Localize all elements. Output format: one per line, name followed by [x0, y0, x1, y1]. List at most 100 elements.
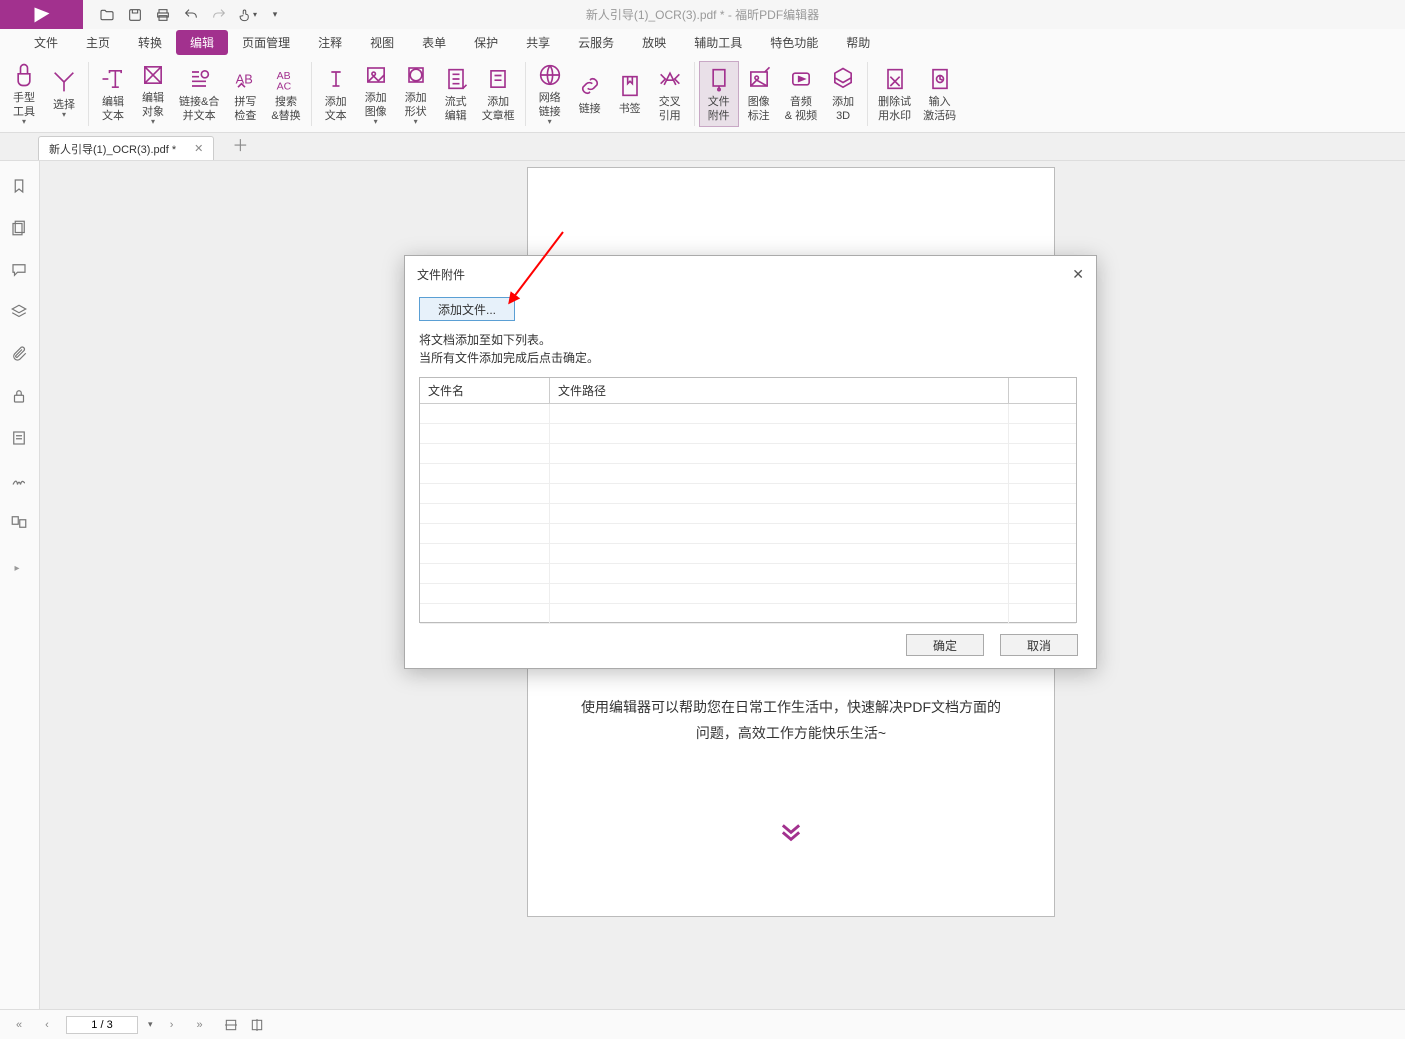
save-icon[interactable] — [125, 5, 145, 25]
fit-width-icon[interactable] — [223, 1017, 239, 1033]
col-header-name[interactable]: 文件名 — [420, 378, 550, 403]
menu-item-6[interactable]: 视图 — [356, 30, 408, 55]
ribbon-label: 网络 链接 — [539, 91, 561, 119]
ribbon-icon — [362, 61, 390, 89]
dialog-close-icon[interactable]: ✕ — [1072, 266, 1084, 283]
ribbon-icon — [402, 61, 430, 89]
table-row[interactable] — [420, 444, 1076, 464]
sidebar-expand-icon[interactable]: ▸ — [15, 563, 25, 574]
page-number-input[interactable] — [66, 1016, 138, 1034]
ribbon-button-5[interactable]: AB拼写 检查 — [225, 61, 265, 127]
first-page-button[interactable]: « — [10, 1016, 28, 1034]
next-page-button[interactable]: › — [163, 1016, 181, 1034]
touch-icon[interactable]: ▾ — [237, 5, 257, 25]
cancel-button[interactable]: 取消 — [1000, 634, 1078, 656]
ribbon-button-20[interactable]: 删除试 用水印 — [872, 61, 917, 127]
menu-item-2[interactable]: 转换 — [124, 30, 176, 55]
tab-close-icon[interactable]: ✕ — [194, 142, 203, 155]
menu-item-0[interactable]: 文件 — [20, 30, 72, 55]
ribbon-button-11[interactable]: 添加 文章框 — [476, 61, 521, 127]
ribbon-button-3[interactable]: 编辑 对象▾ — [133, 57, 173, 130]
ribbon-button-18[interactable]: 音频 & 视频 — [779, 61, 823, 127]
ribbon-button-13[interactable]: 链接 — [570, 68, 610, 120]
document-tabs: 新人引导(1)_OCR(3).pdf * ✕ ＋ — [0, 133, 1405, 161]
fit-page-icon[interactable] — [249, 1017, 265, 1033]
menu-item-5[interactable]: 注释 — [304, 30, 356, 55]
add-file-button[interactable]: 添加文件... — [419, 297, 515, 321]
ribbon-button-19[interactable]: 添加 3D — [823, 61, 863, 127]
add-tab-button[interactable]: ＋ — [232, 132, 248, 156]
ribbon-toolbar: 手型 工具▾选择▾编辑 文本编辑 对象▾链接&合 并文本AB拼写 检查ABAC搜… — [0, 55, 1405, 133]
open-icon[interactable] — [97, 5, 117, 25]
ribbon-label: 链接&合 并文本 — [179, 95, 219, 123]
ribbon-button-1[interactable]: 选择▾ — [44, 64, 84, 123]
ribbon-button-8[interactable]: 添加 图像▾ — [356, 57, 396, 130]
compare-icon[interactable] — [10, 513, 30, 533]
ribbon-button-17[interactable]: 图像 标注 — [739, 61, 779, 127]
redo-icon[interactable] — [209, 5, 229, 25]
ribbon-button-15[interactable]: 交叉 引用 — [650, 61, 690, 127]
col-header-extra[interactable] — [1009, 378, 1076, 403]
pages-icon[interactable] — [10, 219, 30, 239]
menu-item-12[interactable]: 辅助工具 — [680, 30, 756, 55]
table-row[interactable] — [420, 484, 1076, 504]
ribbon-button-10[interactable]: 流式 编辑 — [436, 61, 476, 127]
ok-button[interactable]: 确定 — [906, 634, 984, 656]
menu-item-8[interactable]: 保护 — [460, 30, 512, 55]
menu-item-1[interactable]: 主页 — [72, 30, 124, 55]
table-row[interactable] — [420, 544, 1076, 564]
prev-page-button[interactable]: ‹ — [38, 1016, 56, 1034]
document-tab-label: 新人引导(1)_OCR(3).pdf * — [49, 141, 176, 157]
last-page-button[interactable]: » — [191, 1016, 209, 1034]
bookmark-icon[interactable] — [10, 177, 30, 197]
signature-icon[interactable] — [10, 471, 30, 491]
page-dropdown-icon[interactable]: ▾ — [148, 1019, 153, 1030]
security-icon[interactable] — [10, 387, 30, 407]
quick-access-toolbar: ▾ ▾ — [97, 5, 285, 25]
ribbon-label: 添加 文本 — [325, 95, 347, 123]
qat-customize-icon[interactable]: ▾ — [265, 5, 285, 25]
document-tab[interactable]: 新人引导(1)_OCR(3).pdf * ✕ — [38, 136, 214, 160]
ribbon-button-6[interactable]: ABAC搜索 &替换 — [265, 61, 306, 127]
svg-text:AB: AB — [236, 71, 253, 86]
ribbon-button-4[interactable]: 链接&合 并文本 — [173, 61, 225, 127]
table-row[interactable] — [420, 404, 1076, 424]
table-row[interactable] — [420, 604, 1076, 624]
menu-item-7[interactable]: 表单 — [408, 30, 460, 55]
ribbon-button-0[interactable]: 手型 工具▾ — [4, 57, 44, 130]
menu-item-4[interactable]: 页面管理 — [228, 30, 304, 55]
ribbon-button-16[interactable]: 文件 附件 — [699, 61, 739, 127]
table-row[interactable] — [420, 424, 1076, 444]
form-icon[interactable] — [10, 429, 30, 449]
table-row[interactable] — [420, 564, 1076, 584]
dialog-body: 添加文件... 将文档添加至如下列表。 当所有文件添加完成后点击确定。 文件名 … — [405, 291, 1096, 629]
ribbon-button-12[interactable]: 网络 链接▾ — [530, 57, 570, 130]
ribbon-icon — [484, 65, 512, 93]
ribbon-button-14[interactable]: 书签 — [610, 68, 650, 120]
undo-icon[interactable] — [181, 5, 201, 25]
menu-item-13[interactable]: 特色功能 — [756, 30, 832, 55]
table-row[interactable] — [420, 464, 1076, 484]
ribbon-button-7[interactable]: 添加 文本 — [316, 61, 356, 127]
menu-item-14[interactable]: 帮助 — [832, 30, 884, 55]
print-icon[interactable] — [153, 5, 173, 25]
menu-item-10[interactable]: 云服务 — [564, 30, 628, 55]
title-bar: ▾ ▾ 新人引导(1)_OCR(3).pdf * - 福昕PDF编辑器 — [0, 0, 1405, 29]
dropdown-chevron-icon: ▾ — [22, 117, 26, 126]
menu-item-9[interactable]: 共享 — [512, 30, 564, 55]
layers-icon[interactable] — [10, 303, 30, 323]
dialog-titlebar: 文件附件 ✕ — [405, 256, 1096, 291]
attachment-icon[interactable] — [10, 345, 30, 365]
ribbon-button-9[interactable]: 添加 形状▾ — [396, 57, 436, 130]
menu-item-3[interactable]: 编辑 — [176, 30, 228, 55]
menu-item-11[interactable]: 放映 — [628, 30, 680, 55]
ribbon-button-2[interactable]: 编辑 文本 — [93, 61, 133, 127]
col-header-path[interactable]: 文件路径 — [550, 378, 1009, 403]
table-row[interactable] — [420, 504, 1076, 524]
table-row[interactable] — [420, 524, 1076, 544]
ribbon-label: 音频 & 视频 — [785, 95, 817, 123]
table-row[interactable] — [420, 584, 1076, 604]
dropdown-chevron-icon: ▾ — [151, 117, 155, 126]
ribbon-button-21[interactable]: 输入 激活码 — [917, 61, 962, 127]
comment-icon[interactable] — [10, 261, 30, 281]
